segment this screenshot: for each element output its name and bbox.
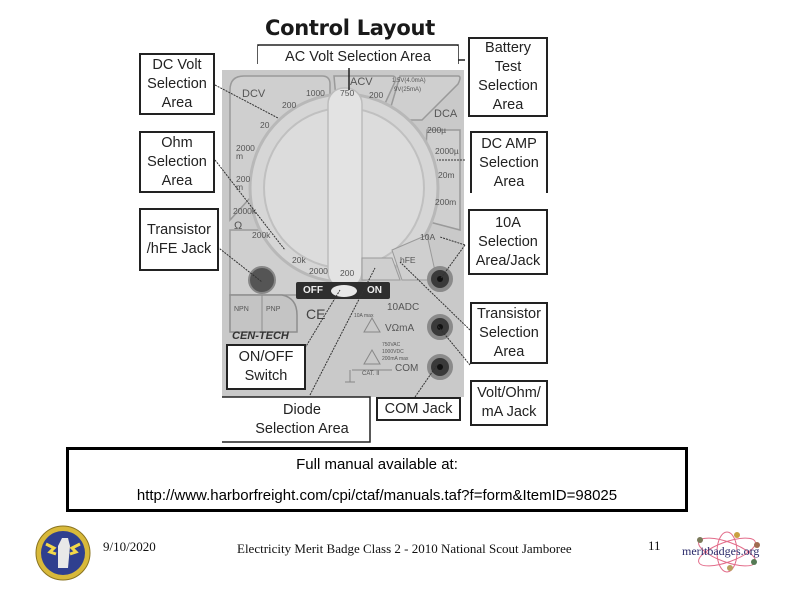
meritbadges-logo: meritbadges.org (682, 530, 768, 574)
callout-volt-ohm-ma-line-2: mA Jack (481, 404, 537, 420)
jack-10a-max-label: 10A max (354, 313, 374, 319)
ohm-range-2000k: 2000k (233, 206, 257, 216)
callout-on-off-switch: ON/OFF Switch (226, 344, 306, 390)
callout-ac-volt-line-1: AC Volt Selection Area (285, 48, 431, 65)
ohm-range-200: 200 (340, 268, 355, 278)
callout-transistor-jack-line-1: Transistor (147, 221, 211, 238)
slide-title: Control Layout (265, 16, 435, 40)
dcv-range-1000: 1000 (306, 88, 325, 98)
callout-on-off-line-1: ON/OFF (238, 349, 294, 365)
ohm-range-20k: 20k (292, 255, 306, 265)
callout-diode-line-1: Diode (283, 402, 321, 418)
callout-dc-volt-line-2: Selection (147, 75, 207, 92)
callout-ohm-line-3: Area (161, 172, 193, 189)
dca-range-200u: 200µ (427, 125, 447, 135)
switch-off-label: OFF (303, 285, 323, 296)
rating-1000vdc: 1000VDC (382, 349, 404, 355)
rating-200ma: 200mA max (382, 356, 409, 362)
footer-date: 9/10/2020 (103, 539, 156, 554)
dcv-range-200m: 200 m (236, 174, 251, 192)
battery-range-2: 9V(25mA) (394, 87, 422, 93)
pnp-label: PNP (266, 306, 281, 313)
callout-battery-test-line-2: Test (494, 59, 522, 75)
dca-range-200m: 200m (435, 197, 457, 207)
acv-range-750: 750 (340, 88, 355, 98)
jack-vohm-label: VΩmA (385, 323, 415, 334)
ohm-symbol: Ω (234, 220, 243, 232)
callout-ac-volt: AC Volt Selection Area (258, 46, 458, 68)
callout-battery-test-line-3: Selection (478, 78, 538, 94)
ten-amp-range: 10A (420, 232, 436, 242)
dcv-range-200: 200 (282, 100, 297, 110)
acv-range-200: 200 (369, 90, 384, 100)
dca-label: DCA (434, 108, 458, 120)
volt-ohm-ma-jack (427, 314, 453, 340)
callout-com-jack-line-1: COM Jack (384, 400, 453, 417)
callout-ten-amp-line-2: Selection (478, 233, 538, 250)
dca-range-2000u: 2000µ (435, 146, 459, 156)
ten-amp-jack (427, 266, 453, 292)
callout-ohm-line-2: Selection (147, 153, 207, 170)
electricity-badge-icon (35, 525, 91, 581)
ohm-range-2000: 2000 (309, 266, 328, 276)
callout-volt-ohm-ma-line-1: Volt/Ohm/ (477, 385, 541, 401)
callout-transistor-jack-line-2: /hFE Jack (146, 240, 212, 257)
callout-on-off-line-2: Switch (244, 368, 288, 384)
callout-ten-amp-line-3: Area/Jack (475, 252, 541, 269)
callout-dc-amp-line-1: DC AMP (481, 135, 537, 152)
logo-text: meritbadges.org (682, 544, 760, 558)
hfe-range: hFE (400, 255, 416, 265)
page-number: 11 (648, 538, 661, 553)
callout-transistor-selection-line-3: Area (493, 343, 525, 360)
callout-diode: Diode Selection Area (236, 399, 368, 441)
jack-com-label: COM (395, 363, 419, 374)
merit-badge-logo (34, 524, 92, 582)
callout-transistor-selection-line-1: Transistor (477, 305, 541, 322)
callout-battery-test-line-1: Battery (485, 40, 531, 56)
dcv-range-20: 20 (260, 120, 270, 130)
com-jack (427, 354, 453, 380)
manual-url-link[interactable]: http://www.harborfreight.com/cpi/ctaf/ma… (69, 487, 685, 504)
callout-dc-amp: DC AMP Selection Area (470, 131, 548, 193)
callout-battery-test: Battery Test Selection Area (468, 37, 548, 117)
cat-rating: CAT. II (362, 371, 380, 377)
callout-battery-test-line-4: Area (492, 97, 524, 113)
battery-range-1: 1.5V(4.0mA) (392, 78, 426, 84)
ce-mark: CE (306, 306, 326, 322)
callout-ten-amp: 10A Selection Area/Jack (468, 209, 548, 275)
npn-label: NPN (234, 306, 249, 313)
ohm-range-200k: 200k (252, 230, 271, 240)
callout-dc-volt-line-3: Area (161, 94, 193, 111)
callout-diode-line-2: Selection Area (255, 421, 349, 437)
callout-dc-amp-line-2: Selection (479, 154, 539, 171)
callout-dc-amp-line-3: Area (493, 173, 525, 190)
callout-transistor-jack: Transistor /hFE Jack (139, 208, 219, 271)
callout-ohm: Ohm Selection Area (139, 131, 215, 193)
callout-transistor-selection-line-2: Selection (479, 324, 539, 341)
jack-10adc-label: 10ADC (387, 302, 420, 313)
footer-title: Electricity Merit Badge Class 2 - 2010 N… (237, 541, 572, 556)
dcv-label: DCV (242, 88, 266, 100)
callout-dc-volt-line-1: DC Volt (152, 56, 202, 73)
switch-on-label: ON (367, 285, 382, 296)
acv-label: ACV (350, 76, 373, 88)
brand-label: CEN-TECH (232, 330, 289, 342)
callout-transistor-selection: Transistor Selection Area (470, 302, 548, 364)
dca-range-20m: 20m (438, 170, 455, 180)
callout-ohm-line-1: Ohm (161, 134, 193, 151)
manual-label: Full manual available at: (296, 456, 458, 473)
dcv-range-2000m: 2000 m (236, 143, 255, 161)
callout-com-jack: COM Jack (376, 397, 461, 421)
manual-info-box: Full manual available at: http://www.har… (66, 447, 688, 512)
callout-volt-ohm-ma-jack: Volt/Ohm/ mA Jack (470, 380, 548, 426)
callout-ten-amp-line-1: 10A (495, 214, 521, 231)
rating-750vac: 750VAC (382, 342, 401, 348)
callout-dc-volt: DC Volt Selection Area (139, 53, 215, 115)
